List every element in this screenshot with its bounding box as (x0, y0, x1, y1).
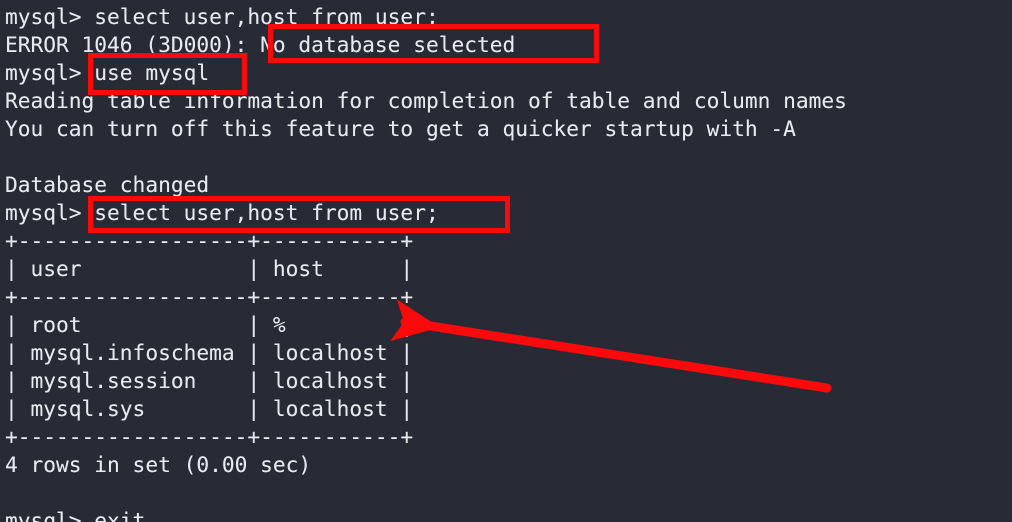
terminal-table-row: | mysql.session | localhost | (5, 368, 414, 393)
terminal-screenshot: mysql> select user,host from user; ERROR… (0, 0, 1012, 522)
terminal-table-border: +------------------+-----------+ (5, 228, 414, 253)
terminal-output[interactable]: mysql> select user,host from user; ERROR… (0, 0, 1012, 522)
terminal-line: mysql> use mysql (5, 60, 210, 85)
terminal-table-header: | user | host | (5, 256, 414, 281)
terminal-line: ERROR 1046 (3D000): No database selected (5, 32, 516, 57)
terminal-table-border: +------------------+-----------+ (5, 424, 414, 449)
terminal-line: Database changed (5, 172, 210, 197)
terminal-table-row: | mysql.sys | localhost | (5, 396, 414, 421)
terminal-table-row: | mysql.infoschema | localhost | (5, 340, 414, 365)
terminal-line: mysql> exit (5, 508, 146, 522)
terminal-line: mysql> select user,host from user; (5, 4, 439, 29)
terminal-row-count: 4 rows in set (0.00 sec) (5, 452, 312, 477)
terminal-line: You can turn off this feature to get a q… (5, 116, 796, 141)
terminal-table-border: +------------------+-----------+ (5, 284, 414, 309)
terminal-line: Reading table information for completion… (5, 88, 847, 113)
terminal-table-row: | root | % | (5, 312, 414, 337)
terminal-line: mysql> select user,host from user; (5, 200, 439, 225)
